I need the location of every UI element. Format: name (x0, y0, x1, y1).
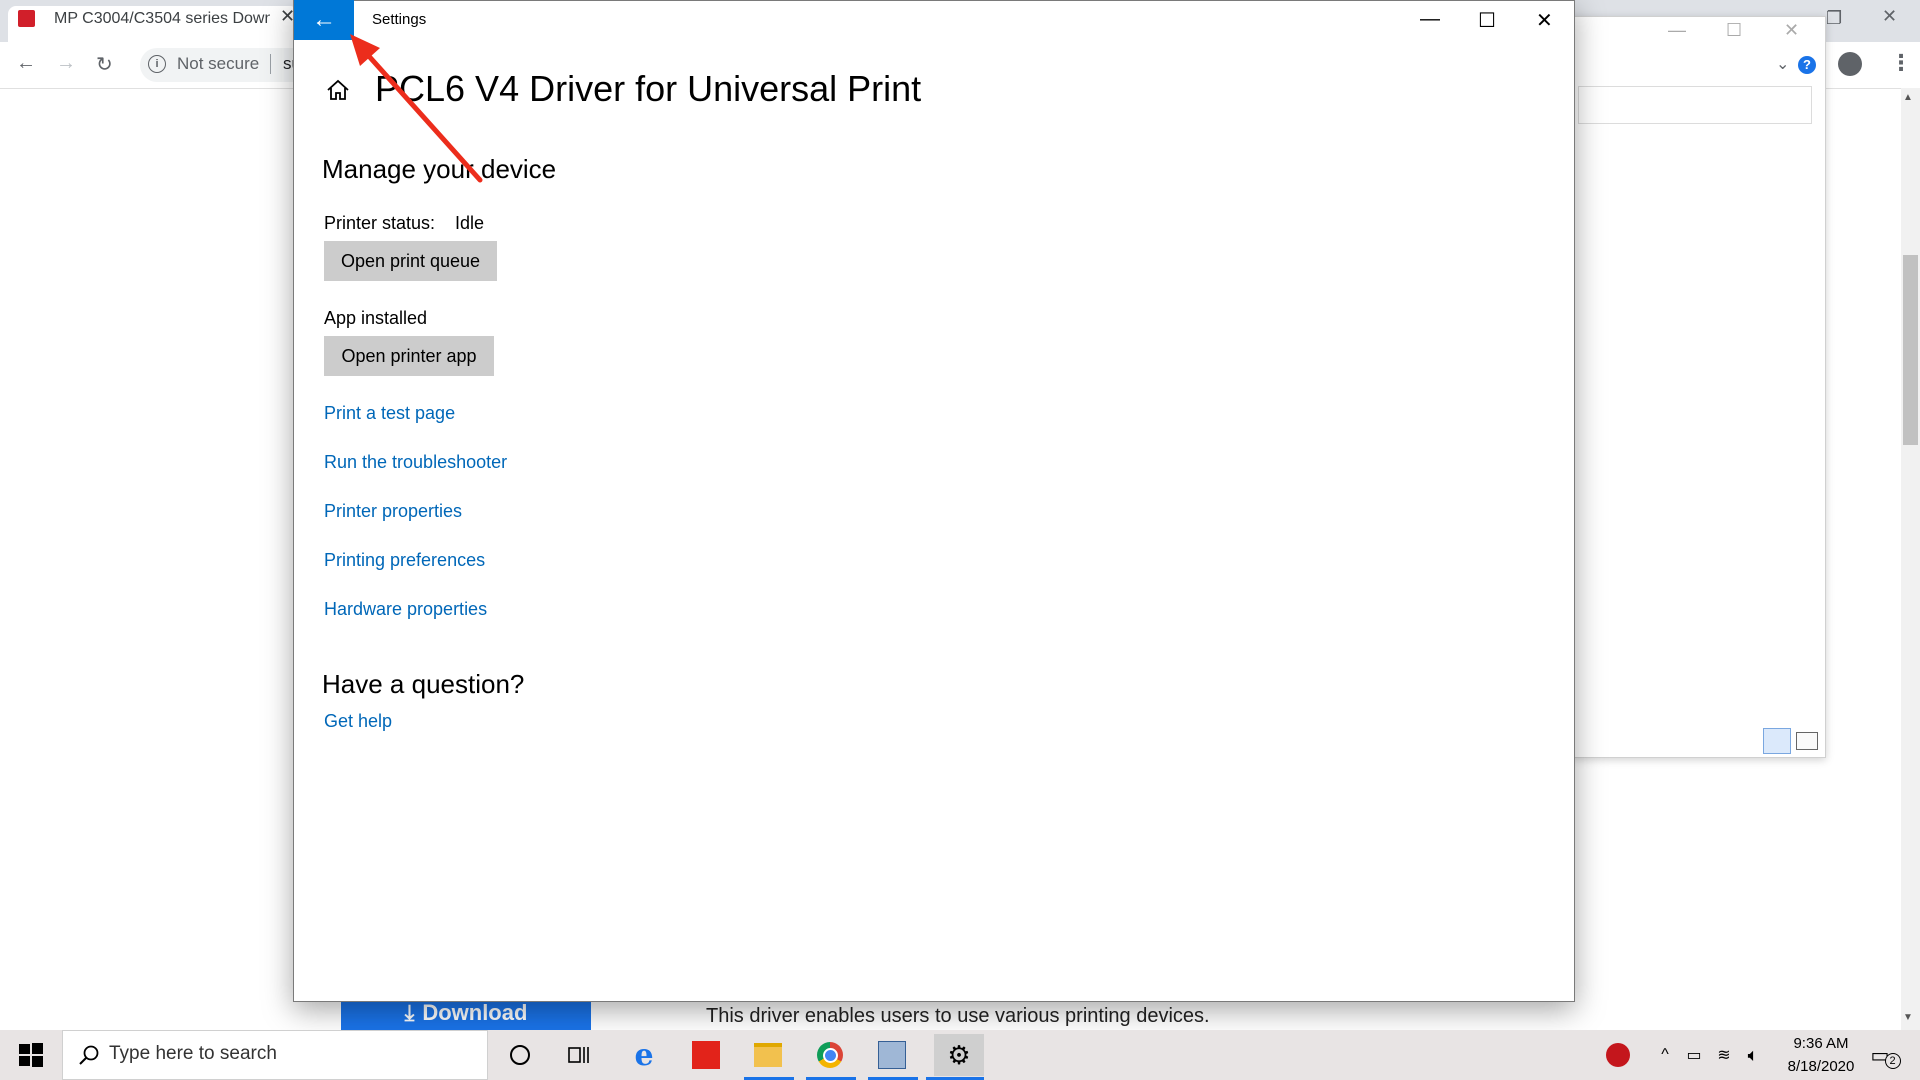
scroll-down-icon[interactable]: ▼ (1903, 1012, 1913, 1023)
app-installed-label: App installed (324, 308, 428, 328)
info-icon[interactable]: i (148, 55, 166, 73)
notification-count: 2 (1884, 1052, 1901, 1069)
edge-browser-icon[interactable]: e (624, 1038, 664, 1073)
window-title: Settings (372, 11, 427, 28)
scrollbar-thumb[interactable] (1903, 255, 1918, 445)
file-explorer-icon[interactable] (748, 1038, 788, 1072)
browser-restore-icon[interactable]: ❐ (1826, 8, 1842, 29)
task-view-icon[interactable] (559, 1038, 599, 1072)
printer-properties-link[interactable]: Printer properties (324, 501, 462, 522)
close-button[interactable]: ✕ (1536, 8, 1553, 33)
open-print-queue-button[interactable]: Open print queue (324, 241, 497, 281)
chevron-down-icon[interactable]: ⌄ (1776, 54, 1789, 74)
background-input[interactable] (1578, 86, 1812, 124)
search-placeholder: Type here to search (109, 1043, 277, 1064)
windows-start-icon[interactable] (18, 1042, 44, 1068)
download-label: Download (422, 1000, 528, 1025)
driver-description: This driver enables users to use various… (706, 1005, 1210, 1027)
page-scrollbar[interactable] (1901, 88, 1920, 1030)
chrome-icon[interactable] (810, 1038, 850, 1072)
open-printer-app-button[interactable]: Open printer app (324, 336, 494, 376)
settings-gear-icon[interactable]: ⚙ (934, 1034, 984, 1076)
back-arrow-icon[interactable]: ← (16, 52, 36, 75)
security-tray-icon[interactable] (1598, 1038, 1638, 1072)
help-question-icon[interactable]: ? (1798, 56, 1816, 74)
kebab-menu-icon[interactable]: ⋮ (1890, 50, 1912, 76)
forward-arrow-icon[interactable]: → (56, 52, 76, 75)
not-secure-label: Not secure (177, 54, 260, 73)
clock-date[interactable]: 8/18/2020 (1778, 1058, 1864, 1075)
action-center-icon[interactable]: ▭ 2 (1860, 1038, 1901, 1072)
bg-maximize-icon[interactable]: ☐ (1726, 20, 1742, 41)
background-window[interactable] (1572, 16, 1826, 758)
details-view-icon[interactable] (1763, 728, 1791, 754)
printer-status-label: Printer status: (324, 213, 436, 233)
tab-title: MP C3004/C3504 series Downloads (54, 10, 270, 27)
reload-icon[interactable]: ↻ (96, 52, 113, 77)
back-arrow-icon: ← (312, 6, 336, 33)
printer-app-icon[interactable] (872, 1038, 912, 1072)
profile-avatar-icon[interactable] (1838, 52, 1862, 76)
question-heading: Have a question? (322, 669, 525, 699)
cortana-icon[interactable] (500, 1038, 540, 1072)
preview-view-icon[interactable] (1796, 732, 1818, 750)
hardware-properties-link[interactable]: Hardware properties (324, 599, 487, 620)
clock-time[interactable]: 9:36 AM (1786, 1035, 1856, 1052)
scroll-up-icon[interactable]: ▲ (1903, 92, 1913, 103)
browser-close-icon[interactable]: ✕ (1882, 6, 1897, 27)
run-troubleshooter-link[interactable]: Run the troubleshooter (324, 452, 507, 473)
bg-minimize-icon[interactable]: — (1668, 20, 1686, 41)
get-help-link[interactable]: Get help (324, 711, 392, 732)
download-icon: ⤓ (404, 1000, 415, 1025)
office-app-icon[interactable] (686, 1038, 726, 1072)
annotation-arrow-icon (350, 34, 483, 183)
printing-preferences-link[interactable]: Printing preferences (324, 550, 485, 571)
print-test-page-link[interactable]: Print a test page (324, 403, 455, 424)
favicon-icon (18, 10, 35, 27)
search-icon (79, 1045, 99, 1065)
printer-status-value: Idle (455, 213, 485, 233)
volume-icon[interactable]: 🔈︎ (1733, 1038, 1773, 1072)
maximize-button[interactable]: ☐ (1478, 8, 1496, 33)
omnibox-divider (270, 54, 271, 74)
minimize-button[interactable]: — (1420, 8, 1440, 31)
bg-close-icon[interactable]: ✕ (1784, 20, 1799, 41)
